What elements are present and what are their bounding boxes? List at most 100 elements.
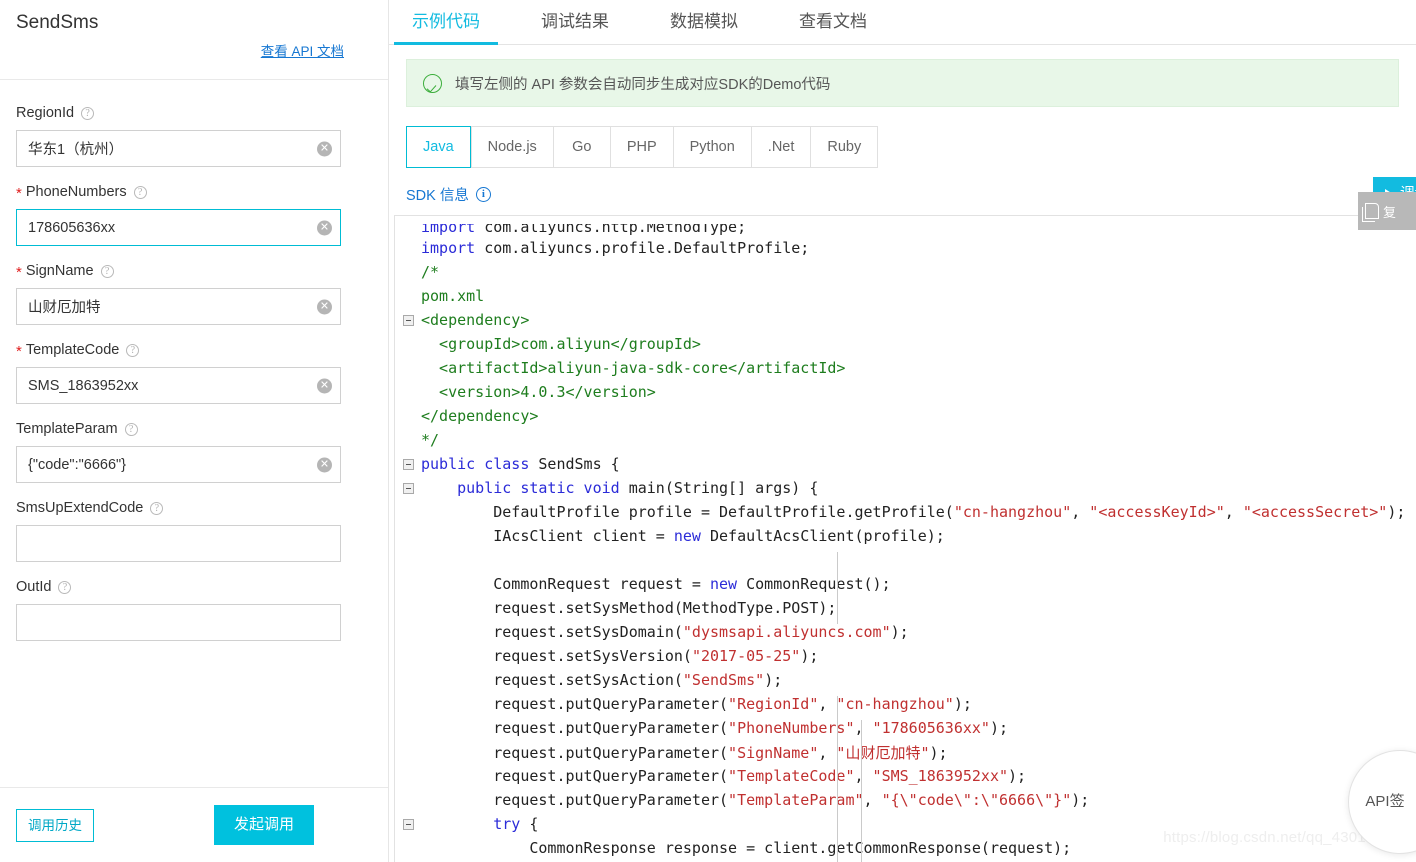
- code-viewer[interactable]: import com.aliyuncs.http.MethodType; impo…: [394, 215, 1416, 862]
- tab-0[interactable]: 示例代码: [394, 11, 498, 45]
- input-outid[interactable]: [16, 604, 341, 641]
- input-signname[interactable]: [16, 288, 341, 325]
- code-text: </dependency>: [421, 407, 538, 425]
- code-gutter: [395, 356, 421, 380]
- code-fold-minus-icon[interactable]: [402, 818, 414, 830]
- required-asterisk: *: [16, 264, 22, 281]
- code-line: request.setSysDomain("dysmsapi.aliyuncs.…: [395, 620, 1416, 644]
- code-token: "cn-hangzhou": [836, 695, 954, 713]
- clear-input-icon[interactable]: ✕: [317, 141, 332, 156]
- code-line: request.setSysVersion("2017-05-25");: [395, 644, 1416, 668]
- code-gutter: [395, 308, 421, 332]
- code-line: request.putQueryParameter("SignName", "山…: [395, 740, 1416, 764]
- help-question-icon[interactable]: ?: [100, 264, 114, 278]
- api-parameter-panel: SendSms 查看 API 文档 RegionId?✕*PhoneNumber…: [0, 0, 389, 862]
- code-line: request.putQueryParameter("RegionId", "c…: [395, 692, 1416, 716]
- code-token: "SMS_1863952xx": [872, 767, 1009, 785]
- help-question-icon[interactable]: ?: [124, 422, 138, 436]
- help-question-icon[interactable]: ?: [126, 343, 140, 357]
- help-question-icon[interactable]: ?: [81, 106, 95, 120]
- language-tab-php[interactable]: PHP: [609, 126, 673, 168]
- code-text: public class SendSms {: [421, 455, 620, 473]
- help-question-icon[interactable]: ?: [150, 501, 164, 515]
- code-gutter: [395, 740, 421, 764]
- code-text: <dependency>: [421, 311, 529, 329]
- code-token: "TemplateParam": [728, 791, 864, 809]
- code-text: pom.xml: [421, 287, 484, 305]
- input-smsupextendcode[interactable]: [16, 525, 341, 562]
- code-gutter: [395, 668, 421, 692]
- input-templatecode[interactable]: [16, 367, 341, 404]
- code-fold-minus-icon[interactable]: [402, 482, 414, 494]
- indent-guide: [837, 552, 838, 624]
- code-token: ,: [1071, 503, 1090, 521]
- code-token: request.setSysMethod(MethodType.POST);: [421, 599, 837, 617]
- code-text: CommonResponse response = client.getComm…: [421, 839, 1071, 857]
- input-regionid[interactable]: [16, 130, 341, 167]
- clear-input-icon[interactable]: ✕: [317, 299, 332, 314]
- parameter-form: RegionId?✕*PhoneNumbers?✕*SignName?✕*Tem…: [0, 81, 388, 787]
- result-panel: 示例代码 调试结果 数据模拟 查看文档 填写左侧的 API 参数会自动同步生成对应SD…: [389, 0, 1416, 862]
- copy-code-button[interactable]: 复: [1358, 192, 1416, 230]
- code-line: pom.xml: [395, 284, 1416, 308]
- code-token: */: [421, 431, 440, 449]
- copy-pages-icon: [1362, 203, 1379, 222]
- tab-3[interactable]: 查看文档: [781, 11, 885, 44]
- clear-input-icon[interactable]: ✕: [317, 378, 332, 393]
- code-token: "山财厄加特": [836, 743, 930, 762]
- code-fold-minus-icon[interactable]: [402, 458, 414, 470]
- clear-input-icon[interactable]: ✕: [317, 457, 332, 472]
- code-token: request.putQueryParameter(: [421, 743, 729, 762]
- code-line: public static void main(String[] args) {: [395, 476, 1416, 500]
- sdk-info-link[interactable]: SDK 信息 i: [406, 184, 491, 205]
- field-templatecode: *TemplateCode? ✕: [0, 340, 388, 404]
- code-gutter: [395, 812, 421, 836]
- field-label: * TemplateCode?: [16, 340, 340, 360]
- field-templateparam: TemplateParam? ✕: [0, 419, 388, 483]
- language-tab-python[interactable]: Python: [672, 126, 751, 168]
- code-text: DefaultProfile profile = DefaultProfile.…: [421, 503, 1405, 521]
- info-circle-icon[interactable]: i: [475, 186, 491, 202]
- clear-input-icon[interactable]: ✕: [317, 220, 332, 235]
- language-tab-go[interactable]: Go: [552, 126, 610, 168]
- help-question-icon[interactable]: ?: [58, 580, 72, 594]
- code-token: pom.xml: [421, 287, 485, 305]
- code-token: );: [1387, 503, 1406, 521]
- call-history-button[interactable]: 调用历史: [16, 808, 94, 842]
- code-token: com.aliyuncs.profile.DefaultProfile;: [484, 239, 810, 257]
- tab-1[interactable]: 调试结果: [523, 11, 627, 44]
- code-gutter: [395, 716, 421, 740]
- language-tab-ruby[interactable]: Ruby: [810, 126, 879, 168]
- code-token: public static void: [457, 479, 629, 497]
- indent-guide: [861, 720, 862, 862]
- code-token: main(String[] args) {: [628, 479, 819, 497]
- code-token: request.setSysDomain(: [421, 623, 683, 641]
- code-gutter: [395, 260, 421, 284]
- code-line: try {: [395, 812, 1416, 836]
- code-gutter: [395, 572, 421, 596]
- language-tab-nodejs[interactable]: Node.js: [470, 126, 553, 168]
- tab-2[interactable]: 数据模拟: [652, 11, 756, 44]
- input-phonenumbers[interactable]: [16, 209, 341, 246]
- view-api-doc-link[interactable]: 查看 API 文档: [261, 44, 344, 59]
- left-panel-header: SendSms 查看 API 文档: [0, 0, 388, 80]
- code-gutter: [395, 764, 421, 788]
- language-tabs: Java Node.js Go PHP Python .Net Ruby: [406, 126, 1416, 168]
- doc-link-row: 查看 API 文档: [16, 40, 366, 61]
- help-question-icon[interactable]: ?: [133, 185, 147, 199]
- code-token: IAcsClient client =: [421, 527, 674, 545]
- language-tab-java[interactable]: Java: [406, 126, 471, 168]
- code-line: DefaultProfile profile = DefaultProfile.…: [395, 500, 1416, 524]
- code-fold-minus-icon[interactable]: [402, 314, 414, 326]
- sdk-info-label: SDK 信息: [406, 187, 469, 204]
- code-gutter: [395, 596, 421, 620]
- language-tab-net[interactable]: .Net: [750, 126, 811, 168]
- code-gutter: [395, 332, 421, 356]
- code-token: );: [1008, 767, 1027, 785]
- field-signname: *SignName? ✕: [0, 261, 388, 325]
- field-name: TemplateCode: [25, 342, 120, 358]
- code-token: );: [953, 695, 972, 713]
- indent-guide: [837, 696, 838, 862]
- initiate-call-button[interactable]: 发起调用: [213, 805, 314, 845]
- input-templateparam[interactable]: [16, 446, 341, 483]
